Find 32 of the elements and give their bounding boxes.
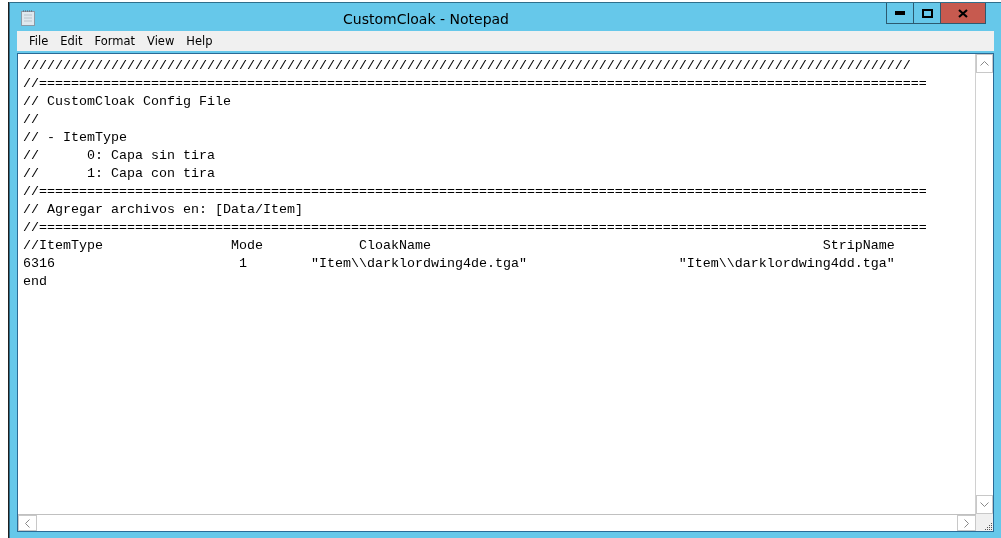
maximize-icon: [921, 8, 933, 18]
menu-item[interactable]: File: [23, 34, 55, 48]
text-line: //: [23, 111, 40, 129]
text-line: // 0: Capa sin tira: [23, 147, 216, 165]
menu-item[interactable]: Help: [180, 34, 219, 48]
text-line: 6316 1 "Item\\darklordwing4de.tga" "Item\\darklordwing4dd.tga": [23, 255, 896, 273]
menu-item[interactable]: Edit: [54, 34, 89, 48]
resize-grip[interactable]: [976, 514, 993, 531]
minimize-button[interactable]: [886, 3, 914, 24]
notepad-icon: [21, 10, 35, 26]
text-line: //===============================================================================================================: [23, 75, 928, 93]
text-line: //===============================================================================================================: [23, 183, 928, 201]
minimize-icon: [895, 11, 905, 15]
text-line: // 1: Capa con tira: [23, 165, 216, 183]
text-line: // Agregar archivos en: [Data/Item]: [23, 201, 304, 219]
text-line: // CustomCloak Config File: [23, 93, 232, 111]
text-line: ///////////////////////////////////////////////////////////////////////////////////////////////////////////////: [23, 57, 912, 75]
window-title: CustomCloak - Notepad: [342, 11, 510, 27]
scroll-down-icon: [980, 502, 989, 507]
menu-item[interactable]: View: [141, 34, 181, 48]
text-line: //ItemType Mode CloakName StripName: [23, 237, 896, 255]
menu-item[interactable]: Format: [88, 34, 142, 48]
text-line: // - ItemType: [23, 129, 128, 147]
scroll-right-icon: [964, 518, 969, 528]
vertical-scrollbar[interactable]: [975, 54, 993, 514]
text-line: //===============================================================================================================: [23, 219, 928, 237]
close-icon: [958, 8, 968, 18]
scroll-left-icon: [25, 518, 30, 528]
text-line: end: [23, 273, 48, 291]
close-button[interactable]: [940, 3, 986, 24]
scroll-up-icon: [980, 61, 989, 66]
horizontal-scrollbar[interactable]: [18, 514, 976, 531]
